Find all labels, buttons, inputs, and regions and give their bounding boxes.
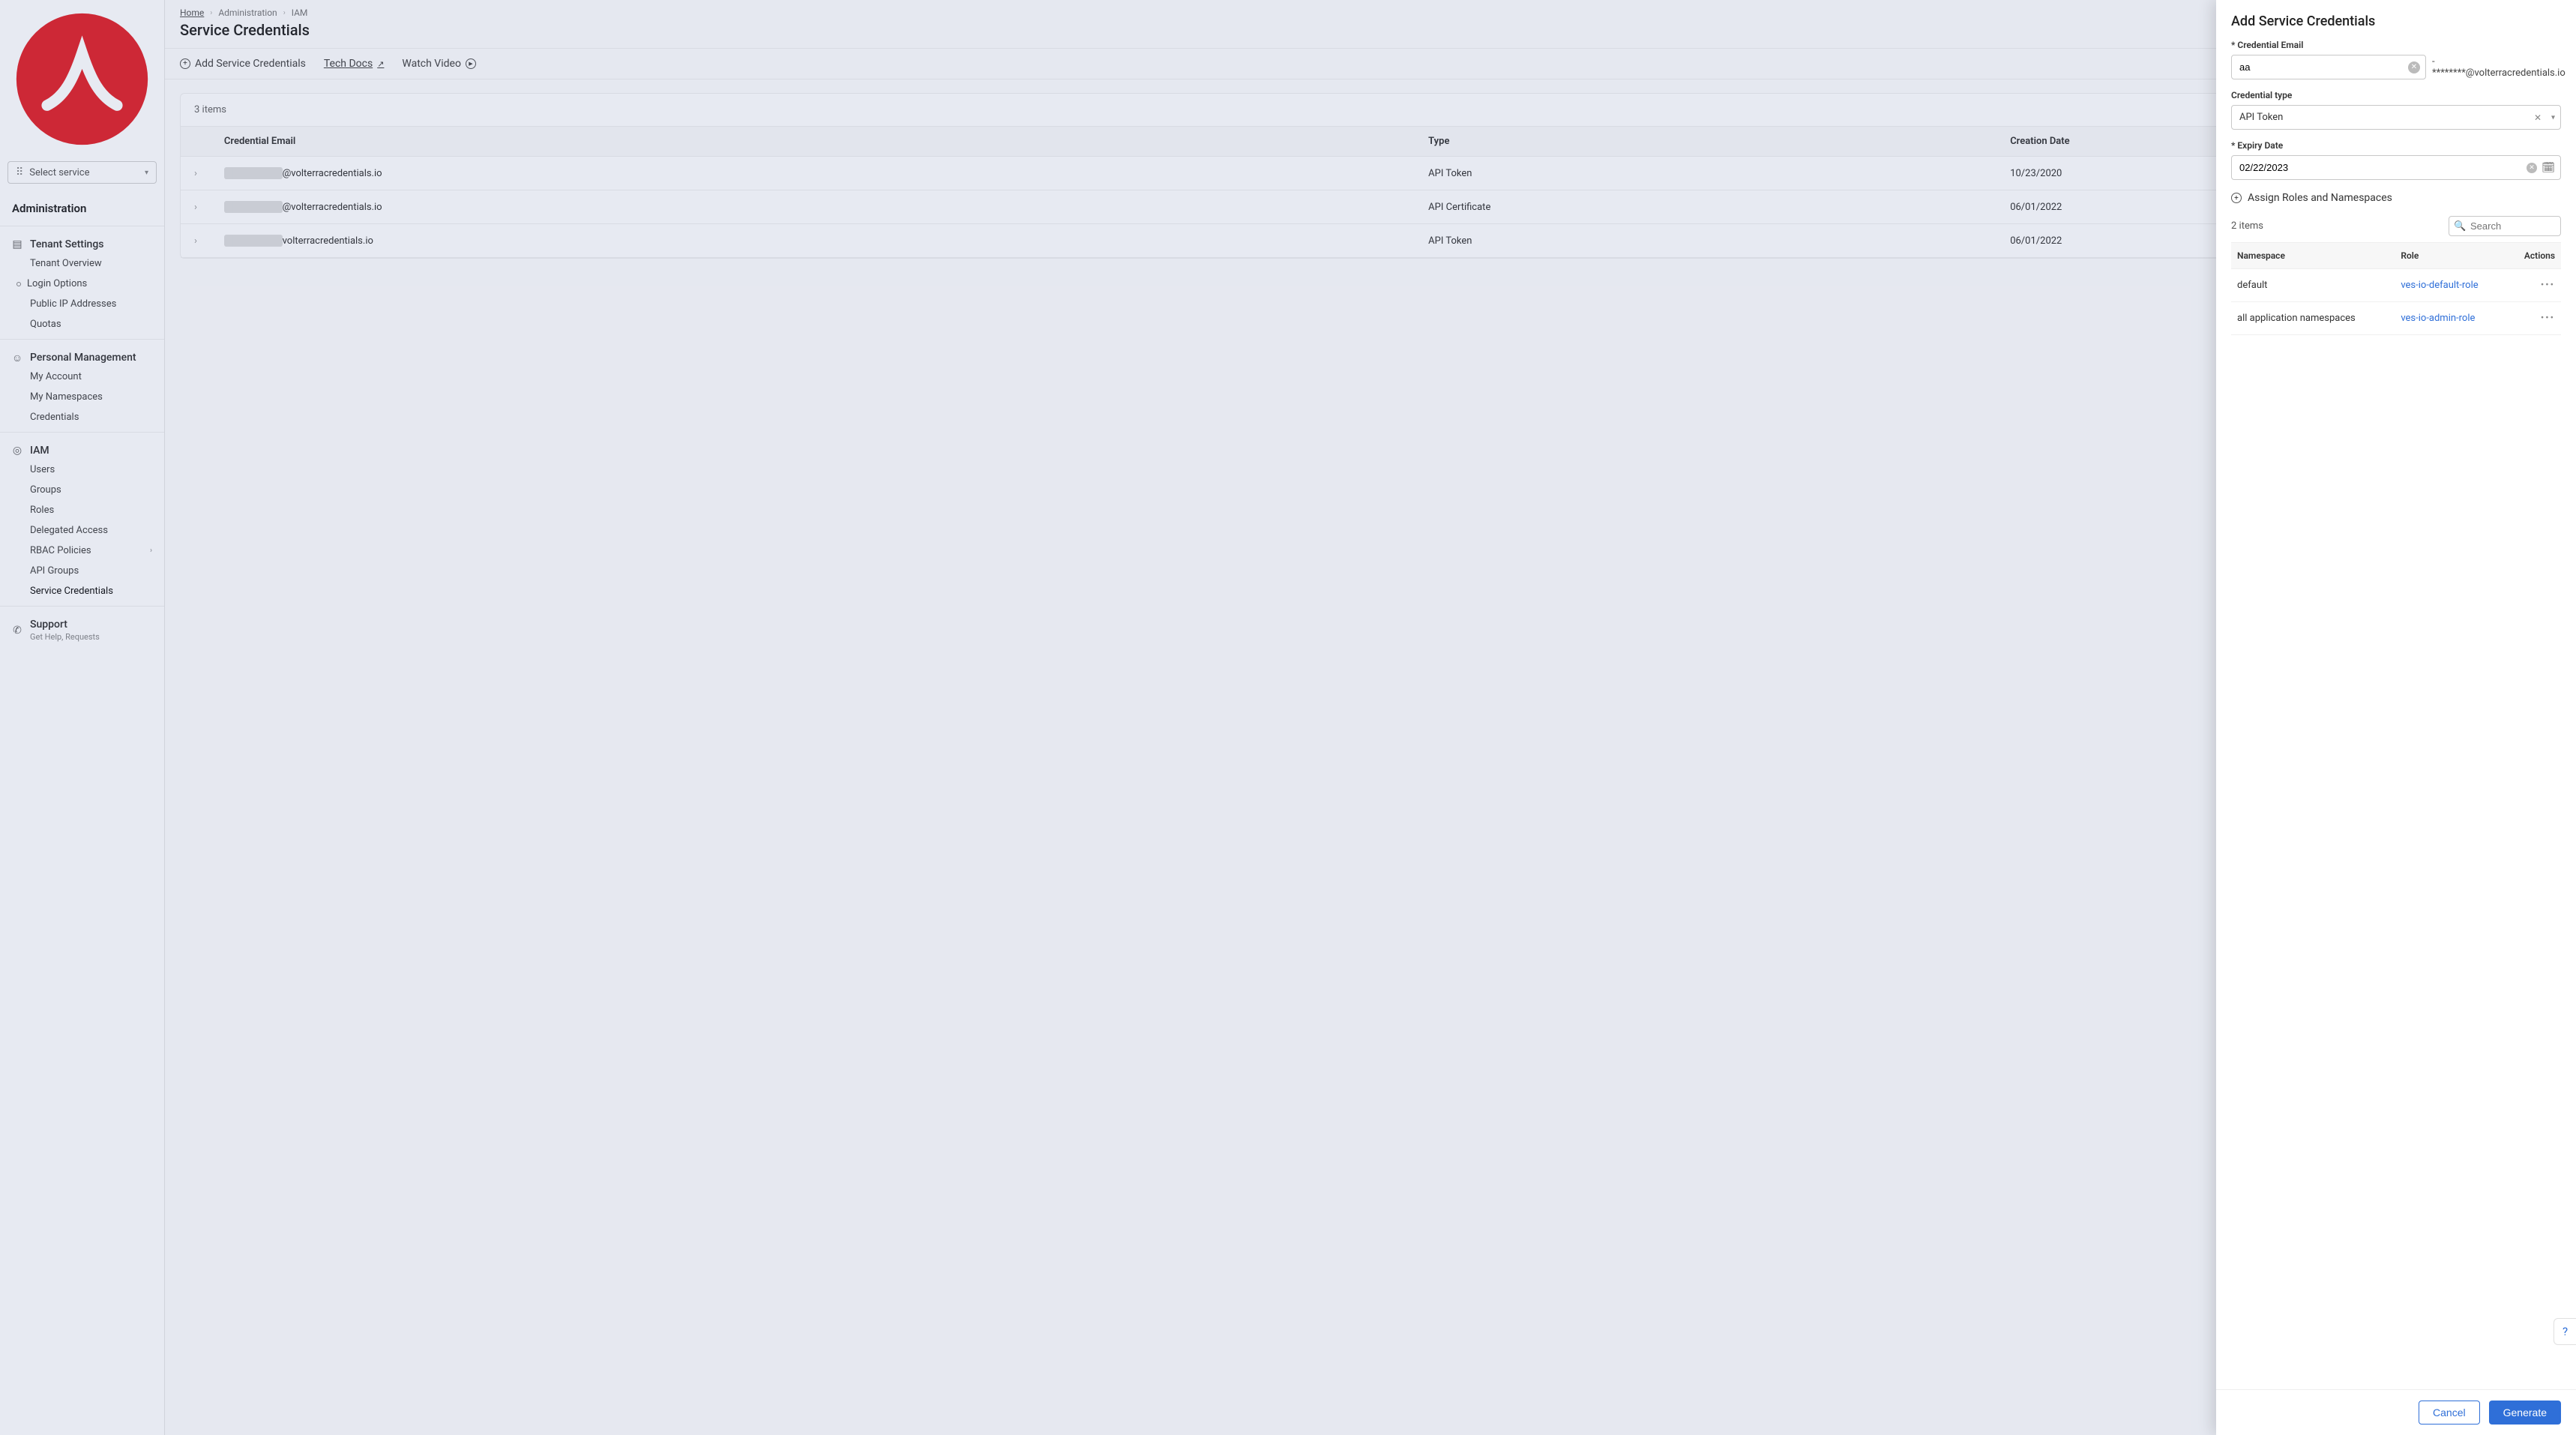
clear-date-icon[interactable]: ✕ <box>2527 163 2537 173</box>
roles-row: all application namespaces ves-io-admin-… <box>2231 302 2561 335</box>
panel-title: Add Service Credentials <box>2231 13 2561 29</box>
cancel-button[interactable]: Cancel <box>2419 1401 2480 1425</box>
modal-scrim[interactable] <box>0 0 2576 1435</box>
assign-roles-button[interactable]: + Assign Roles and Namespaces <box>2231 192 2561 204</box>
question-circle-icon: ? <box>2563 1325 2568 1338</box>
plus-circle-icon: + <box>2231 193 2242 203</box>
expiry-input-wrap: ✕ 🗓 <box>2231 155 2561 180</box>
row-actions-icon[interactable]: ••• <box>2507 269 2561 302</box>
side-panel: Add Service Credentials Credential Email… <box>2216 0 2576 1435</box>
row-actions-icon[interactable]: ••• <box>2507 302 2561 335</box>
label-email: Credential Email <box>2231 40 2561 50</box>
roles-row: default ves-io-default-role ••• <box>2231 269 2561 302</box>
generate-button[interactable]: Generate <box>2489 1401 2561 1425</box>
clear-email-icon[interactable]: ✕ <box>2408 61 2420 73</box>
roles-table: Namespace Role Actions default ves-io-de… <box>2231 242 2561 335</box>
role-link[interactable]: ves-io-default-role <box>2395 269 2507 302</box>
type-select[interactable]: API Token ✕ ▾ <box>2231 105 2561 130</box>
col-namespace: Namespace <box>2231 243 2395 269</box>
search-icon: 🔍 <box>2454 220 2466 232</box>
calendar-icon[interactable]: 🗓 <box>2542 162 2555 174</box>
label-type: Credential type <box>2231 90 2561 100</box>
col-actions: Actions <box>2507 243 2561 269</box>
expiry-input[interactable] <box>2231 155 2561 180</box>
email-suffix: -********@volterracredentials.io <box>2432 56 2566 79</box>
help-fab[interactable]: ? <box>2554 1318 2576 1345</box>
chevron-down-icon: ▾ <box>2551 113 2555 121</box>
roles-search: 🔍 <box>2449 216 2561 236</box>
col-role: Role <box>2395 243 2507 269</box>
label-expiry: Expiry Date <box>2231 140 2561 151</box>
role-link[interactable]: ves-io-admin-role <box>2395 302 2507 335</box>
email-input[interactable] <box>2231 55 2426 79</box>
roles-count: 2 items <box>2231 220 2263 232</box>
email-input-wrap: ✕ <box>2231 55 2426 79</box>
clear-type-icon[interactable]: ✕ <box>2534 112 2542 123</box>
